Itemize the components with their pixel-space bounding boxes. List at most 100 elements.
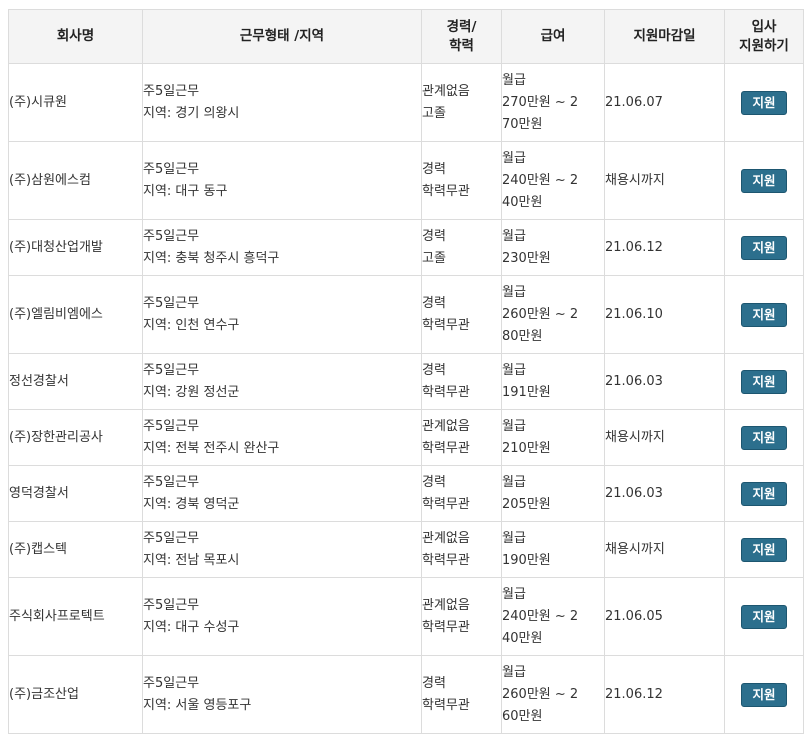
education: 고졸 xyxy=(422,250,446,266)
work-region-cell: 주5일근무 지역: 대구 동구 xyxy=(142,141,422,220)
company-name[interactable]: (주)장한관리공사 xyxy=(8,409,143,466)
apply-cell: 지원 xyxy=(724,577,804,656)
career-education-cell: 관계없음 학력무관 xyxy=(421,521,502,578)
company-name[interactable]: (주)시큐원 xyxy=(8,63,143,142)
header-apply-line1: 입사 xyxy=(751,18,777,35)
career: 경력 xyxy=(422,228,446,244)
table-row: (주)삼원에스컴 주5일근무 지역: 대구 동구 경력 학력무관 월급 240만원… xyxy=(8,141,804,220)
apply-button[interactable]: 지원 xyxy=(741,235,787,260)
region: 지역: 대구 동구 xyxy=(143,183,228,199)
work-type: 주5일근무 xyxy=(143,362,200,378)
apply-button[interactable]: 지원 xyxy=(741,481,787,506)
career: 경력 xyxy=(422,474,446,490)
salary-cell: 월급 240만원 ~ 2 40만원 xyxy=(501,577,605,656)
job-listing-table: 회사명 근무형태 /지역 경력/ 학력 급여 지원마감일 입사 지원하기 (주)… xyxy=(8,9,804,734)
work-type: 주5일근무 xyxy=(143,228,200,244)
apply-cell: 지원 xyxy=(724,465,804,522)
region: 지역: 서울 영등포구 xyxy=(143,697,252,713)
header-career-education: 경력/ 학력 xyxy=(421,9,502,64)
salary-line: 월급 xyxy=(502,418,526,434)
table-row: 영덕경찰서 주5일근무 지역: 경북 영덕군 경력 학력무관 월급 205만원 2… xyxy=(8,465,804,522)
table-row: (주)대청산업개발 주5일근무 지역: 충북 청주시 흥덕구 경력 고졸 월급 2… xyxy=(8,219,804,276)
apply-cell: 지원 xyxy=(724,141,804,220)
apply-button[interactable]: 지원 xyxy=(741,168,787,193)
salary-line: 210만원 xyxy=(502,440,551,456)
career-education-cell: 경력 고졸 xyxy=(421,219,502,276)
career-education-cell: 경력 학력무관 xyxy=(421,275,502,354)
company-name[interactable]: 정선경찰서 xyxy=(8,353,143,410)
salary-line: 월급 xyxy=(502,586,526,602)
company-name[interactable]: (주)금조산업 xyxy=(8,655,143,734)
apply-button[interactable]: 지원 xyxy=(741,537,787,562)
region: 지역: 강원 정선군 xyxy=(143,384,240,400)
region: 지역: 전북 전주시 완산구 xyxy=(143,440,280,456)
salary-line: 205만원 xyxy=(502,496,551,512)
education: 학력무관 xyxy=(422,619,470,635)
region: 지역: 충북 청주시 흥덕구 xyxy=(143,250,280,266)
table-row: (주)캡스텍 주5일근무 지역: 전남 목포시 관계없음 학력무관 월급 190만… xyxy=(8,521,804,578)
apply-cell: 지원 xyxy=(724,353,804,410)
work-region-cell: 주5일근무 지역: 경북 영덕군 xyxy=(142,465,422,522)
education: 학력무관 xyxy=(422,440,470,456)
work-type: 주5일근무 xyxy=(143,161,200,177)
deadline: 21.06.10 xyxy=(604,275,725,354)
salary-line: 230만원 xyxy=(502,250,551,266)
table-row: 주식회사프로텍트 주5일근무 지역: 대구 수성구 관계없음 학력무관 월급 24… xyxy=(8,577,804,656)
salary-line: 월급 xyxy=(502,474,526,490)
apply-button[interactable]: 지원 xyxy=(741,90,787,115)
salary-line: 월급 xyxy=(502,664,526,680)
salary-line: 240만원 ~ 2 xyxy=(502,608,579,624)
salary-cell: 월급 210만원 xyxy=(501,409,605,466)
apply-button[interactable]: 지원 xyxy=(741,302,787,327)
company-name[interactable]: (주)엘림비엠에스 xyxy=(8,275,143,354)
career-education-cell: 관계없음 고졸 xyxy=(421,63,502,142)
company-name[interactable]: 영덕경찰서 xyxy=(8,465,143,522)
region: 지역: 인천 연수구 xyxy=(143,317,240,333)
apply-button[interactable]: 지원 xyxy=(741,604,787,629)
career-education-cell: 관계없음 학력무관 xyxy=(421,409,502,466)
salary-cell: 월급 191만원 xyxy=(501,353,605,410)
work-type: 주5일근무 xyxy=(143,530,200,546)
salary-line: 240만원 ~ 2 xyxy=(502,172,579,188)
deadline: 21.06.03 xyxy=(604,465,725,522)
work-type: 주5일근무 xyxy=(143,597,200,613)
header-education: 학력 xyxy=(449,37,474,54)
salary-line: 260만원 ~ 2 xyxy=(502,306,579,322)
table-row: (주)시큐원 주5일근무 지역: 경기 의왕시 관계없음 고졸 월급 270만원 … xyxy=(8,63,804,142)
company-name[interactable]: 주식회사프로텍트 xyxy=(8,577,143,656)
company-name[interactable]: (주)캡스텍 xyxy=(8,521,143,578)
deadline: 21.06.12 xyxy=(604,655,725,734)
salary-line: 70만원 xyxy=(502,116,543,132)
region: 지역: 대구 수성구 xyxy=(143,619,240,635)
company-name[interactable]: (주)대청산업개발 xyxy=(8,219,143,276)
company-name[interactable]: (주)삼원에스컴 xyxy=(8,141,143,220)
career: 경력 xyxy=(422,362,446,378)
deadline: 채용시까지 xyxy=(604,141,725,220)
apply-cell: 지원 xyxy=(724,409,804,466)
work-region-cell: 주5일근무 지역: 충북 청주시 흥덕구 xyxy=(142,219,422,276)
work-region-cell: 주5일근무 지역: 전남 목포시 xyxy=(142,521,422,578)
work-type: 주5일근무 xyxy=(143,418,200,434)
salary-cell: 월급 230만원 xyxy=(501,219,605,276)
salary-line: 191만원 xyxy=(502,384,551,400)
table-row: (주)금조산업 주5일근무 지역: 서울 영등포구 경력 학력무관 월급 260만… xyxy=(8,655,804,734)
career: 관계없음 xyxy=(422,83,470,99)
work-region-cell: 주5일근무 지역: 경기 의왕시 xyxy=(142,63,422,142)
deadline: 21.06.03 xyxy=(604,353,725,410)
apply-cell: 지원 xyxy=(724,219,804,276)
header-deadline: 지원마감일 xyxy=(604,9,725,64)
apply-button[interactable]: 지원 xyxy=(741,369,787,394)
region: 지역: 경북 영덕군 xyxy=(143,496,240,512)
header-work-region: 근무형태 /지역 xyxy=(142,9,422,64)
region: 지역: 전남 목포시 xyxy=(143,552,240,568)
apply-cell: 지원 xyxy=(724,275,804,354)
header-salary: 급여 xyxy=(501,9,605,64)
apply-button[interactable]: 지원 xyxy=(741,425,787,450)
work-type: 주5일근무 xyxy=(143,295,200,311)
salary-line: 월급 xyxy=(502,284,526,300)
table-row: 정선경찰서 주5일근무 지역: 강원 정선군 경력 학력무관 월급 191만원 2… xyxy=(8,353,804,410)
career: 관계없음 xyxy=(422,530,470,546)
apply-cell: 지원 xyxy=(724,521,804,578)
apply-button[interactable]: 지원 xyxy=(741,682,787,707)
salary-cell: 월급 270만원 ~ 2 70만원 xyxy=(501,63,605,142)
